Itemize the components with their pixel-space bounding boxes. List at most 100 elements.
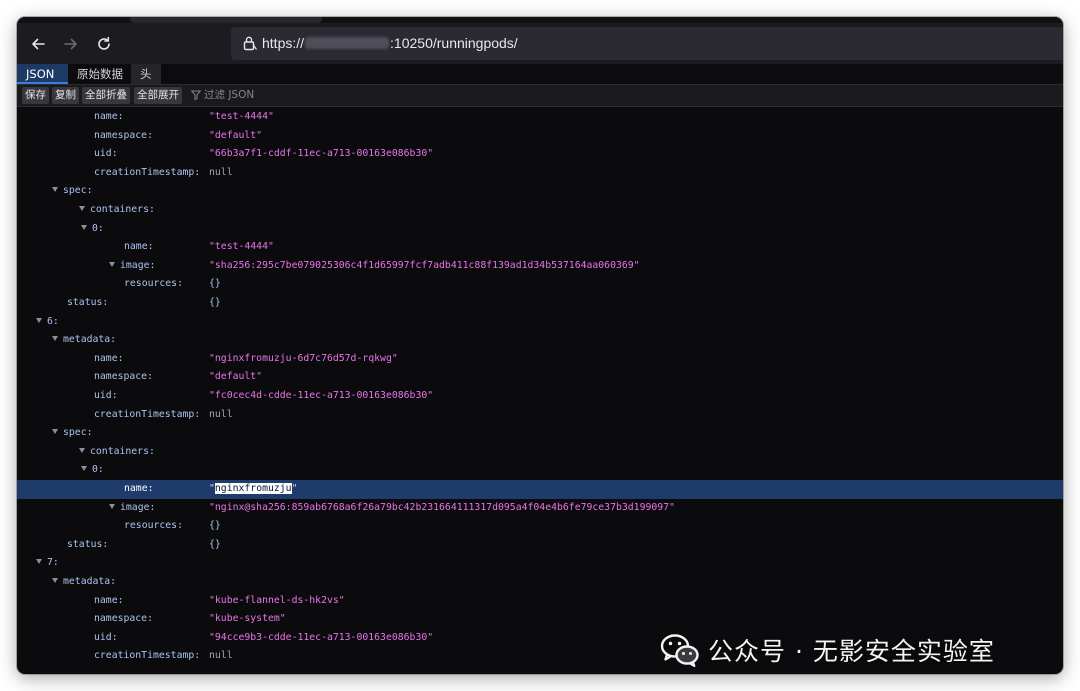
json-toolbar: 保存 复制 全部折叠 全部展开 过滤 JSON (17, 85, 1063, 107)
tab-json[interactable]: JSON (17, 64, 68, 84)
json-row[interactable]: 0: (17, 220, 1063, 239)
lock-icon[interactable] (243, 35, 257, 51)
expand-all-button[interactable]: 全部展开 (134, 87, 182, 104)
json-key-text: spec: (63, 427, 93, 439)
json-value: {} (209, 278, 221, 290)
json-key-text: 0: (92, 222, 104, 234)
json-key-text: containers: (90, 445, 155, 457)
json-key-text: metadata: (63, 334, 117, 346)
tab-headers[interactable]: 头 (131, 64, 161, 84)
json-value: null (209, 166, 233, 178)
json-value: "fc0cec4d-cdde-11ec-a713-00163e086b30" (209, 390, 434, 401)
arrow-right-icon (64, 38, 77, 50)
json-key-text: metadata: (63, 576, 117, 587)
json-row[interactable]: namespace: "default" (17, 127, 1063, 146)
url-scheme: https:// (262, 35, 305, 51)
json-key: uid: (94, 629, 118, 648)
json-row[interactable]: metadata: (17, 331, 1063, 350)
json-key: resources: (124, 517, 183, 536)
json-row[interactable]: creationTimestamp: null (17, 164, 1063, 183)
json-row[interactable]: name: "nginxfromuzju-6d7c76d57d-rqkwg" (17, 350, 1063, 369)
json-key: namespace: (94, 368, 153, 387)
copy-button[interactable]: 复制 (52, 87, 79, 104)
json-key: creationTimestamp: (94, 164, 200, 183)
json-key-text: status: (67, 297, 109, 308)
collapse-all-button[interactable]: 全部折叠 (82, 87, 130, 104)
json-key: status: (67, 294, 108, 313)
json-row[interactable]: name: "test-4444" (17, 108, 1063, 127)
json-value: "sha256:295c7be079025306c4f1d65997fcf7ad… (209, 259, 640, 271)
json-row[interactable]: name: "kube-flannel-ds-hk2vs" (17, 592, 1063, 611)
redacted-host (305, 37, 390, 49)
url-text[interactable]: https:// :10250/runningpods/ (262, 35, 518, 51)
json-tree: name: "test-4444" namespace: "default" uid: "… (17, 107, 1063, 674)
json-key: 0: (81, 461, 104, 480)
filter-json-input[interactable]: 过滤 JSON (190, 87, 254, 104)
forward-button[interactable] (56, 29, 86, 59)
json-row[interactable]: namespace: "default" (17, 368, 1063, 387)
json-row[interactable]: resources: {} (17, 517, 1063, 536)
expand-toggle-icon[interactable] (52, 429, 58, 435)
json-key: creationTimestamp: (94, 647, 200, 666)
json-key: metadata: (52, 331, 116, 350)
json-row[interactable]: containers: (17, 201, 1063, 220)
json-key: name: (94, 350, 124, 369)
json-key: 7: (36, 554, 59, 573)
json-key: status: (67, 536, 108, 555)
json-key: containers: (79, 201, 155, 220)
back-button[interactable] (23, 29, 53, 59)
json-row[interactable]: status: {} (17, 294, 1063, 313)
expand-toggle-icon[interactable] (79, 206, 85, 211)
expand-toggle-icon[interactable] (36, 559, 42, 565)
expand-toggle-icon[interactable] (52, 578, 58, 583)
json-key: metadata: (52, 573, 116, 592)
json-row-selected[interactable]: name: "nginxfromuzju" (17, 480, 1063, 499)
json-row[interactable]: uid: "fc0cec4d-cdde-11ec-a713-00163e086b3… (17, 387, 1063, 406)
filter-icon (190, 90, 202, 101)
json-row[interactable]: namespace: "kube-system" (17, 610, 1063, 629)
json-row[interactable]: image: "nginx@sha256:859ab6768a6f26a79bc4… (17, 499, 1063, 518)
json-row[interactable]: 6: (17, 313, 1063, 332)
json-key: creationTimestamp: (94, 406, 200, 425)
expand-toggle-icon[interactable] (52, 336, 58, 342)
expand-toggle-icon[interactable] (109, 503, 115, 509)
expand-toggle-icon[interactable] (52, 187, 58, 193)
expand-toggle-icon[interactable] (79, 447, 85, 453)
json-key: name: (124, 480, 154, 499)
json-row[interactable]: image: "sha256:295c7be079025306c4f1d65997… (17, 257, 1063, 276)
json-row[interactable]: spec: (17, 182, 1063, 201)
json-row[interactable]: containers: (17, 443, 1063, 462)
tab-raw-data[interactable]: 原始数据 (68, 64, 131, 84)
json-key-text: uid: (94, 390, 118, 401)
json-row[interactable]: spec: (17, 424, 1063, 443)
json-value: null (209, 650, 233, 662)
json-key: resources: (124, 275, 183, 294)
json-row[interactable]: uid: "66b3a7f1-cddf-11ec-a713-00163e086b3… (17, 145, 1063, 164)
json-row[interactable]: name: "test-4444" (17, 238, 1063, 257)
json-row[interactable]: 0: (17, 461, 1063, 480)
json-key-text: 7: (47, 557, 59, 569)
expand-toggle-icon[interactable] (109, 261, 115, 267)
json-key: spec: (52, 424, 93, 443)
json-row[interactable]: creationTimestamp: null (17, 406, 1063, 425)
json-key-text: name: (94, 594, 124, 606)
expand-toggle-icon[interactable] (36, 317, 42, 323)
url-path: :10250/runningpods/ (390, 35, 518, 51)
save-button[interactable]: 保存 (22, 87, 49, 104)
json-row[interactable]: 7: (17, 554, 1063, 573)
reload-button[interactable] (89, 29, 119, 59)
json-key: image: (109, 257, 155, 276)
json-key-text: uid: (94, 148, 118, 160)
expand-toggle-icon[interactable] (81, 224, 87, 230)
expand-toggle-icon[interactable] (81, 466, 87, 472)
json-key-text: spec: (63, 185, 93, 197)
address-bar[interactable]: https:// :10250/runningpods/ (231, 27, 1063, 60)
json-key-text: image: (120, 259, 156, 271)
json-row[interactable]: metadata: (17, 573, 1063, 592)
json-row[interactable]: resources: {} (17, 275, 1063, 294)
selected-text[interactable]: nginxfromuzju (214, 483, 292, 494)
json-value: "default" (209, 129, 263, 141)
json-value: "66b3a7f1-cddf-11ec-a713-00163e086b30" (209, 148, 434, 160)
json-row[interactable]: status: {} (17, 536, 1063, 555)
json-value: "nginx@sha256:859ab6768a6f26a79bc42b2316… (209, 501, 675, 513)
